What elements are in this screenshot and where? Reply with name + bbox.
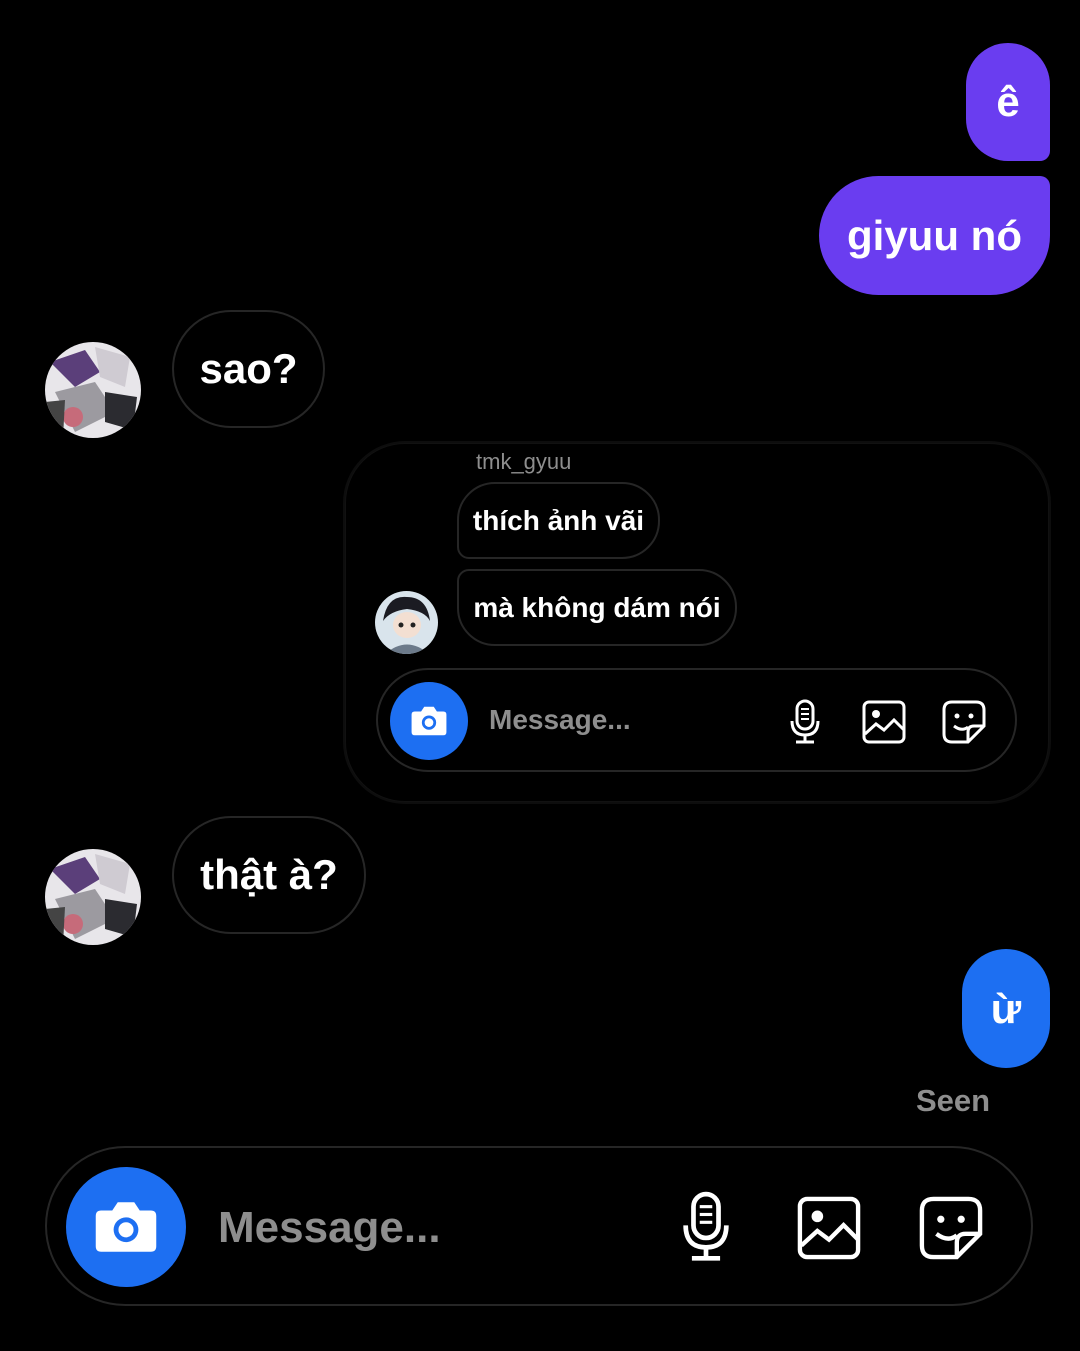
avatar[interactable] bbox=[45, 849, 141, 945]
message-bubble-sent[interactable]: ê bbox=[966, 43, 1050, 161]
gallery-icon[interactable] bbox=[795, 1194, 863, 1262]
shared-message-bubble: thích ảnh vãi bbox=[457, 482, 660, 559]
message-text: ê bbox=[996, 78, 1020, 125]
message-bubble-sent[interactable]: ừ bbox=[962, 949, 1050, 1068]
message-bubble-received[interactable]: sao? bbox=[172, 310, 325, 428]
camera-icon bbox=[411, 706, 447, 736]
message-composer: Message... bbox=[45, 1146, 1033, 1306]
gallery-icon bbox=[860, 698, 908, 746]
shared-username: tmk_gyuu bbox=[476, 449, 572, 474]
message-bubble-received[interactable]: thật à? bbox=[172, 816, 366, 934]
message-text: giyuu nó bbox=[847, 211, 1022, 259]
shared-composer: Message... bbox=[376, 668, 1017, 772]
message-bubble-sent[interactable]: giyuu nó bbox=[819, 176, 1050, 295]
message-text: sao? bbox=[199, 345, 298, 392]
microphone-icon bbox=[785, 698, 825, 746]
camera-button[interactable] bbox=[66, 1167, 186, 1287]
sticker-icon bbox=[940, 698, 988, 746]
sticker-icon[interactable] bbox=[917, 1194, 985, 1262]
microphone-icon[interactable] bbox=[673, 1190, 739, 1264]
message-text: mà không dám nói bbox=[473, 591, 721, 623]
shared-message-bubble: mà không dám nói bbox=[457, 569, 737, 646]
avatar[interactable] bbox=[45, 342, 141, 438]
message-input[interactable]: Message... bbox=[218, 1203, 441, 1253]
message-placeholder: Message... bbox=[489, 704, 631, 735]
shared-screenshot[interactable]: tmk_gyuu thích ảnh vãi mà không dám nói … bbox=[345, 443, 1049, 802]
message-text: thật à? bbox=[200, 851, 338, 898]
message-text: ừ bbox=[990, 984, 1022, 1032]
camera-icon bbox=[95, 1202, 157, 1252]
camera-button bbox=[390, 682, 468, 760]
seen-status: Seen bbox=[916, 1083, 991, 1118]
shared-avatar bbox=[375, 591, 438, 654]
message-text: thích ảnh vãi bbox=[472, 504, 645, 536]
